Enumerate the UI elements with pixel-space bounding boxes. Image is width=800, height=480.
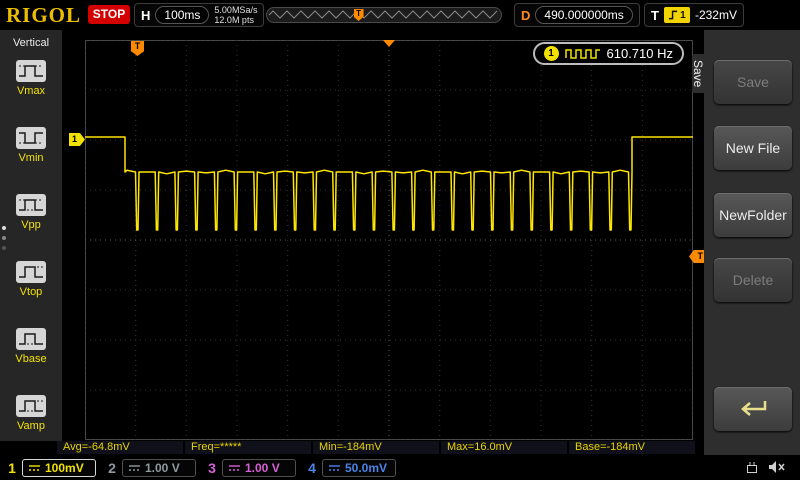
waveform-position-indicator: T: [266, 7, 502, 23]
rigol-logo: RIGOL: [6, 3, 81, 28]
square-wave-icon: [565, 48, 601, 60]
sidebar-item-vmax[interactable]: Vmax: [0, 60, 62, 97]
sidebar-item-label: Vamp: [0, 420, 62, 432]
channel-status-bar: 1 100mV 2 1.00 V 3 1.00 V: [0, 455, 800, 480]
sidebar-item-vmin[interactable]: Vmin: [0, 127, 62, 164]
acquisition-info: 5.00MSa/s 12.0M pts: [214, 5, 257, 25]
vmax-icon: [16, 60, 46, 82]
trigger-source-badge: 1: [664, 7, 690, 23]
sidebar-item-vtop[interactable]: Vtop: [0, 261, 62, 298]
measurement-min: Min=-184mV: [313, 441, 439, 454]
graticule-area: 1 610.710 Hz 1 T T: [85, 40, 693, 440]
dc-coupling-icon: [328, 463, 341, 473]
memory-waveform-icon: [267, 8, 501, 22]
delay-label: D: [521, 8, 530, 23]
measurement-base: Base=-184mV: [569, 441, 695, 454]
new-file-button[interactable]: New File: [714, 126, 792, 170]
delay-value: 490.000000ms: [535, 6, 632, 24]
new-folder-button[interactable]: NewFolder: [714, 193, 792, 237]
channel1-scale-box: 100mV: [22, 459, 96, 477]
channel2-scale: 1.00 V: [145, 461, 180, 475]
sidebar-item-vamp[interactable]: Vamp: [0, 395, 62, 432]
delete-button[interactable]: Delete: [714, 258, 792, 302]
vtop-icon: [16, 261, 46, 283]
softkey-menu: Save Save New File NewFolder Delete: [704, 30, 800, 455]
channel3-number: 3: [206, 460, 218, 476]
sidebar-item-vbase[interactable]: Vbase: [0, 328, 62, 365]
timebase-value: 100ms: [155, 6, 209, 24]
dc-coupling-icon: [228, 463, 241, 473]
memory-depth: 12.0M pts: [214, 15, 254, 25]
return-arrow-icon: [733, 396, 773, 422]
sidebar-item-label: Vmax: [0, 85, 62, 97]
speaker-muted-icon: [768, 460, 786, 474]
back-button[interactable]: [714, 387, 792, 431]
sample-rate: 5.00MSa/s: [214, 5, 257, 15]
measure-sidebar: Vertical Vmax Vmin Vpp Vtop: [0, 30, 62, 441]
save-button[interactable]: Save: [714, 60, 792, 104]
trigger-status-group: T 1 -232mV: [644, 3, 744, 27]
waveform-display: [85, 40, 693, 440]
dc-coupling-icon: [28, 463, 41, 473]
channel1-level-marker[interactable]: 1: [69, 133, 85, 146]
channel1-number: 1: [6, 460, 18, 476]
page-indicator: [2, 226, 6, 250]
horizontal-status-group: H 100ms 5.00MSa/s 12.0M pts: [134, 3, 264, 27]
measurement-max: Max=16.0mV: [441, 441, 567, 454]
sidebar-item-label: Vpp: [0, 219, 62, 231]
sidebar-item-vpp[interactable]: Vpp: [0, 194, 62, 231]
menu-tab-save[interactable]: Save: [692, 54, 705, 93]
measurement-avg: Avg=-64.8mV: [57, 441, 183, 454]
delay-status-group: D 490.000000ms: [514, 3, 640, 27]
trigger-position-triangle-icon: [383, 40, 395, 47]
channel2-number: 2: [106, 460, 118, 476]
channel4-status[interactable]: 4 50.0mV: [306, 458, 396, 478]
channel4-scale-box: 50.0mV: [322, 459, 396, 477]
vamp-icon: [16, 395, 46, 417]
channel3-status[interactable]: 3 1.00 V: [206, 458, 296, 478]
vmin-icon: [16, 127, 46, 149]
channel2-scale-box: 1.00 V: [122, 459, 196, 477]
system-icons: [744, 460, 786, 474]
channel2-status[interactable]: 2 1.00 V: [106, 458, 196, 478]
channel4-scale: 50.0mV: [345, 461, 387, 475]
vbase-icon: [16, 328, 46, 350]
sidebar-title: Vertical: [0, 30, 62, 49]
run-state-badge[interactable]: STOP: [88, 5, 130, 24]
frequency-counter: 1 610.710 Hz: [533, 42, 685, 65]
channel1-scale: 100mV: [45, 461, 84, 475]
channel3-scale: 1.00 V: [245, 461, 280, 475]
horizontal-label: H: [141, 8, 150, 23]
topbar: RIGOL STOP H 100ms 5.00MSa/s 12.0M pts T…: [0, 0, 800, 30]
trigger-source-channel: 1: [680, 10, 686, 21]
channel3-scale-box: 1.00 V: [222, 459, 296, 477]
sidebar-item-label: Vbase: [0, 353, 62, 365]
rising-edge-icon: [668, 9, 679, 21]
freq-counter-channel-badge: 1: [544, 46, 559, 61]
usb-icon: [744, 460, 760, 474]
freq-counter-value: 610.710 Hz: [607, 46, 674, 61]
trigger-level-value: -232mV: [695, 8, 737, 22]
trigger-label: T: [651, 8, 659, 23]
sidebar-item-label: Vtop: [0, 286, 62, 298]
measurement-strip: Avg=-64.8mV Freq=***** Min=-184mV Max=16…: [57, 441, 695, 454]
measurement-freq: Freq=*****: [185, 441, 311, 454]
channel4-number: 4: [306, 460, 318, 476]
channel1-status[interactable]: 1 100mV: [6, 458, 96, 478]
dc-coupling-icon: [128, 463, 141, 473]
sidebar-item-label: Vmin: [0, 152, 62, 164]
vpp-icon: [16, 194, 46, 216]
